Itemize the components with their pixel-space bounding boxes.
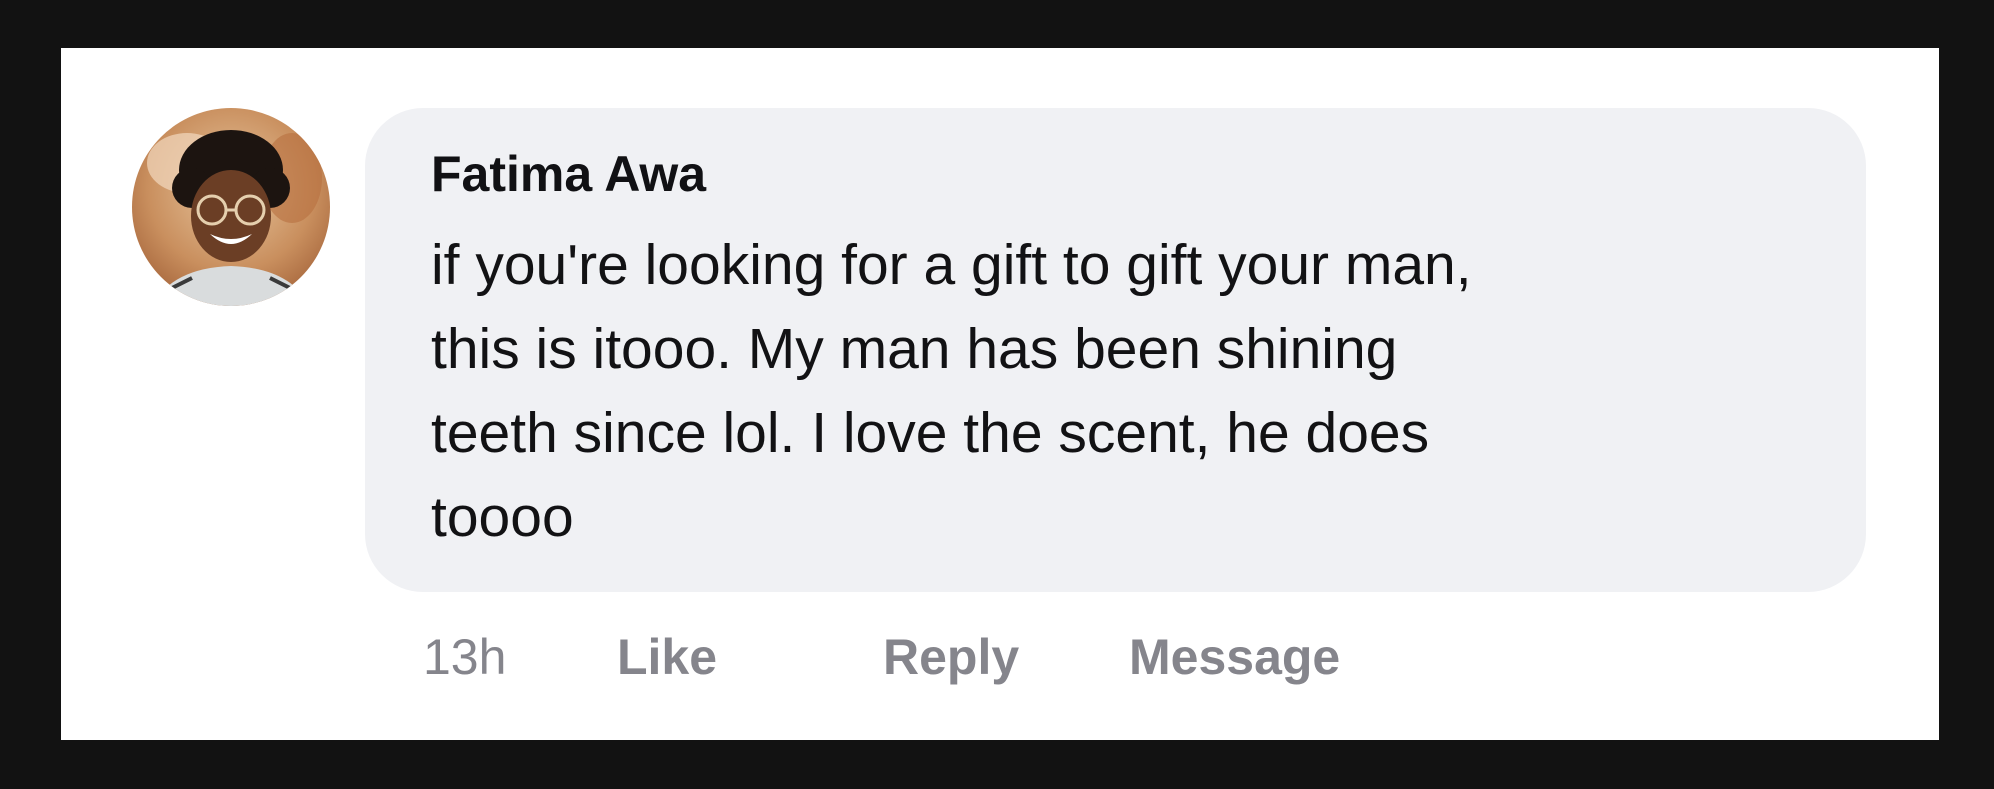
- avatar[interactable]: [132, 108, 330, 306]
- profile-photo-icon: [132, 108, 330, 306]
- comment-card: Fatima Awa if you're looking for a gift …: [61, 48, 1939, 740]
- message-button[interactable]: Message: [1129, 622, 1340, 692]
- reply-button[interactable]: Reply: [883, 622, 1019, 692]
- comment-text-line: toooo: [431, 485, 574, 549]
- comment-timestamp[interactable]: 13h: [423, 622, 506, 692]
- like-button[interactable]: Like: [617, 622, 717, 692]
- comment-text-line: if you're looking for a gift to gift you…: [431, 233, 1472, 297]
- comment-text-line: this is itooo. My man has been shining: [431, 317, 1398, 381]
- comment-text-line: teeth since lol. I love the scent, he do…: [431, 401, 1430, 465]
- comment-bubble: Fatima Awa if you're looking for a gift …: [365, 108, 1866, 592]
- comment-text: if you're looking for a gift to gift you…: [431, 223, 1731, 559]
- comment-author-name[interactable]: Fatima Awa: [431, 144, 706, 204]
